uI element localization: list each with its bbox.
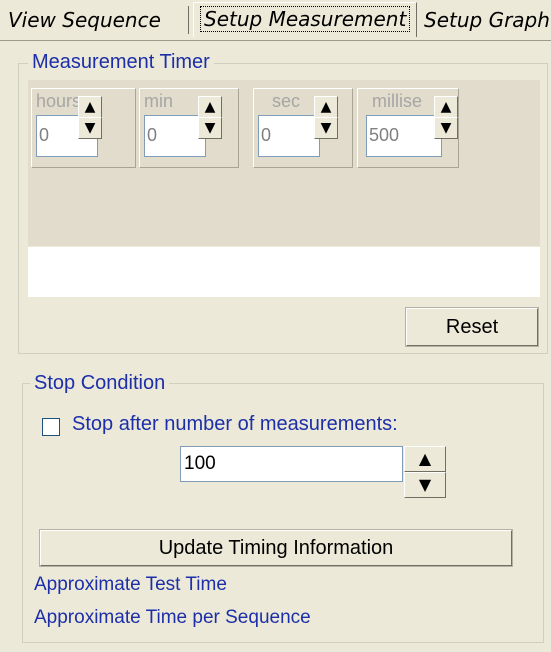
tab-view-sequence[interactable]: View Sequence bbox=[8, 4, 161, 36]
sec-spinner: sec 0 bbox=[253, 88, 353, 168]
count-up-button[interactable]: ▲ bbox=[404, 446, 446, 472]
millisec-down-button[interactable]: ▼ bbox=[434, 117, 458, 139]
hours-label: hours bbox=[36, 91, 82, 111]
update-timing-button[interactable]: Update Timing Information bbox=[39, 529, 513, 567]
tab-strip: View Sequence Setup Measurement Setup Gr… bbox=[0, 0, 551, 41]
min-up-button[interactable]: ▲ bbox=[198, 96, 222, 118]
hours-up-button[interactable]: ▲ bbox=[78, 96, 102, 118]
sec-up-button[interactable]: ▲ bbox=[314, 96, 338, 118]
approx-time-per-sequence-label: Approximate Time per Sequence bbox=[34, 607, 311, 628]
reset-button[interactable]: Reset bbox=[405, 307, 539, 347]
sec-down-button[interactable]: ▼ bbox=[314, 117, 338, 139]
stop-after-label: Stop after number of measurements: bbox=[72, 413, 398, 435]
stop-condition-title: Stop Condition bbox=[30, 372, 170, 394]
stop-after-checkbox[interactable] bbox=[42, 418, 60, 436]
count-down-button[interactable]: ▼ bbox=[404, 472, 446, 498]
millisec-up-button[interactable]: ▲ bbox=[434, 96, 458, 118]
tab-separator bbox=[188, 6, 189, 34]
min-down-button[interactable]: ▼ bbox=[198, 117, 222, 139]
hours-down-button[interactable]: ▼ bbox=[78, 117, 102, 139]
tab-setup-graph[interactable]: Setup Graph bbox=[424, 4, 550, 36]
millisec-input[interactable]: 500 bbox=[366, 115, 442, 157]
millisec-label: millise bbox=[372, 91, 423, 111]
sec-input[interactable]: 0 bbox=[258, 115, 320, 157]
measurement-count-input[interactable]: 100 bbox=[180, 446, 403, 482]
min-input[interactable]: 0 bbox=[144, 115, 206, 157]
timer-display-strip bbox=[28, 247, 540, 297]
tab-setup-measurement[interactable]: Setup Measurement bbox=[193, 2, 418, 37]
measurement-timer-title: Measurement Timer bbox=[28, 51, 214, 73]
min-label: min bbox=[144, 91, 174, 111]
min-spinner: min 0 bbox=[139, 88, 239, 168]
approx-test-time-label: Approximate Test Time bbox=[34, 574, 227, 595]
sec-label: sec bbox=[272, 91, 301, 111]
tab-setup-measurement-label: Setup Measurement bbox=[200, 6, 411, 32]
